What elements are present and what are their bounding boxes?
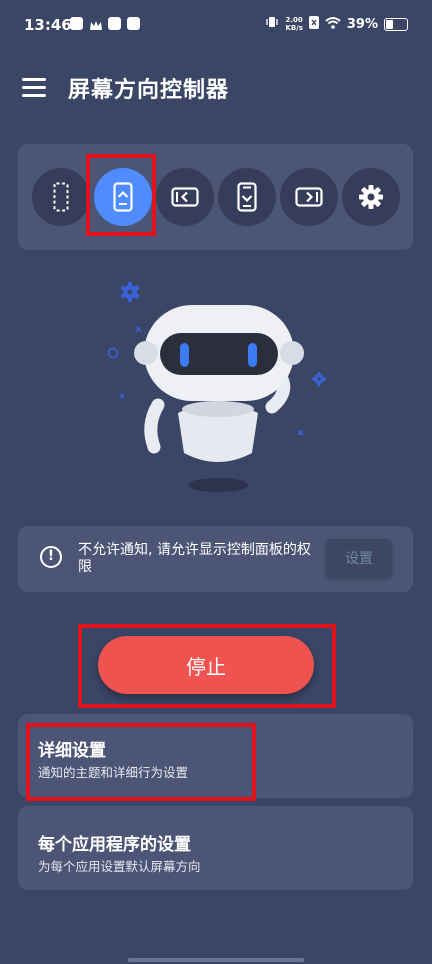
robot-illustration	[107, 282, 326, 492]
gear-icon	[359, 185, 383, 209]
status-time: 13:46	[24, 16, 72, 34]
orientation-button-screen-off[interactable]	[32, 168, 90, 226]
message-app-icon	[127, 17, 140, 30]
network-speed: 2.00 KB/s	[285, 16, 302, 32]
tiktok-icon	[70, 17, 83, 30]
portrait-lock-icon	[237, 182, 257, 212]
page-title: 屏幕方向控制器	[68, 78, 230, 103]
orientation-button-settings[interactable]	[342, 168, 400, 226]
battery-icon	[384, 17, 408, 31]
sim-icon	[308, 15, 319, 33]
orientation-button-landscape-left[interactable]	[156, 168, 214, 226]
per-app-settings-subtitle: 为每个应用设置默认屏幕方向	[38, 859, 201, 874]
menu-icon[interactable]	[22, 78, 46, 98]
orientation-button-portrait-lock[interactable]	[218, 168, 276, 226]
screen-off-icon	[53, 182, 69, 212]
stop-button[interactable]: 停止	[98, 636, 314, 694]
wifi-icon	[325, 16, 341, 33]
highlight-box-detail-settings	[26, 723, 256, 801]
network-speed-unit: KB/s	[285, 24, 303, 32]
status-right: 2.00 KB/s 39%	[265, 15, 408, 33]
landscape-right-icon	[295, 187, 323, 207]
notice-settings-button[interactable]: 设置	[326, 539, 392, 577]
orientation-button-landscape-right[interactable]	[280, 168, 338, 226]
highlight-box-auto-rotate	[86, 154, 156, 236]
per-app-settings-title: 每个应用程序的设置	[38, 835, 191, 855]
per-app-settings-card[interactable]: 每个应用程序的设置 为每个应用设置默认屏幕方向	[18, 806, 413, 890]
vibrate-icon	[265, 15, 279, 33]
crown-icon	[89, 17, 102, 30]
landscape-left-icon	[171, 187, 199, 207]
info-icon: !	[40, 546, 62, 568]
status-notification-icons	[70, 17, 140, 30]
network-speed-value: 2.00	[285, 16, 303, 24]
notification-permission-notice: ! 不允许通知, 请允许显示控制面板的权限 设置	[18, 526, 413, 592]
orientation-panel	[18, 144, 413, 250]
home-indicator	[128, 958, 304, 962]
battery-level: 39%	[346, 16, 378, 32]
status-bar: 13:46 2.00 KB/s 39%	[0, 0, 432, 52]
link-app-icon	[108, 17, 121, 30]
notice-text: 不允许通知, 请允许显示控制面板的权限	[78, 542, 311, 575]
app-bar: 屏幕方向控制器	[0, 68, 432, 108]
